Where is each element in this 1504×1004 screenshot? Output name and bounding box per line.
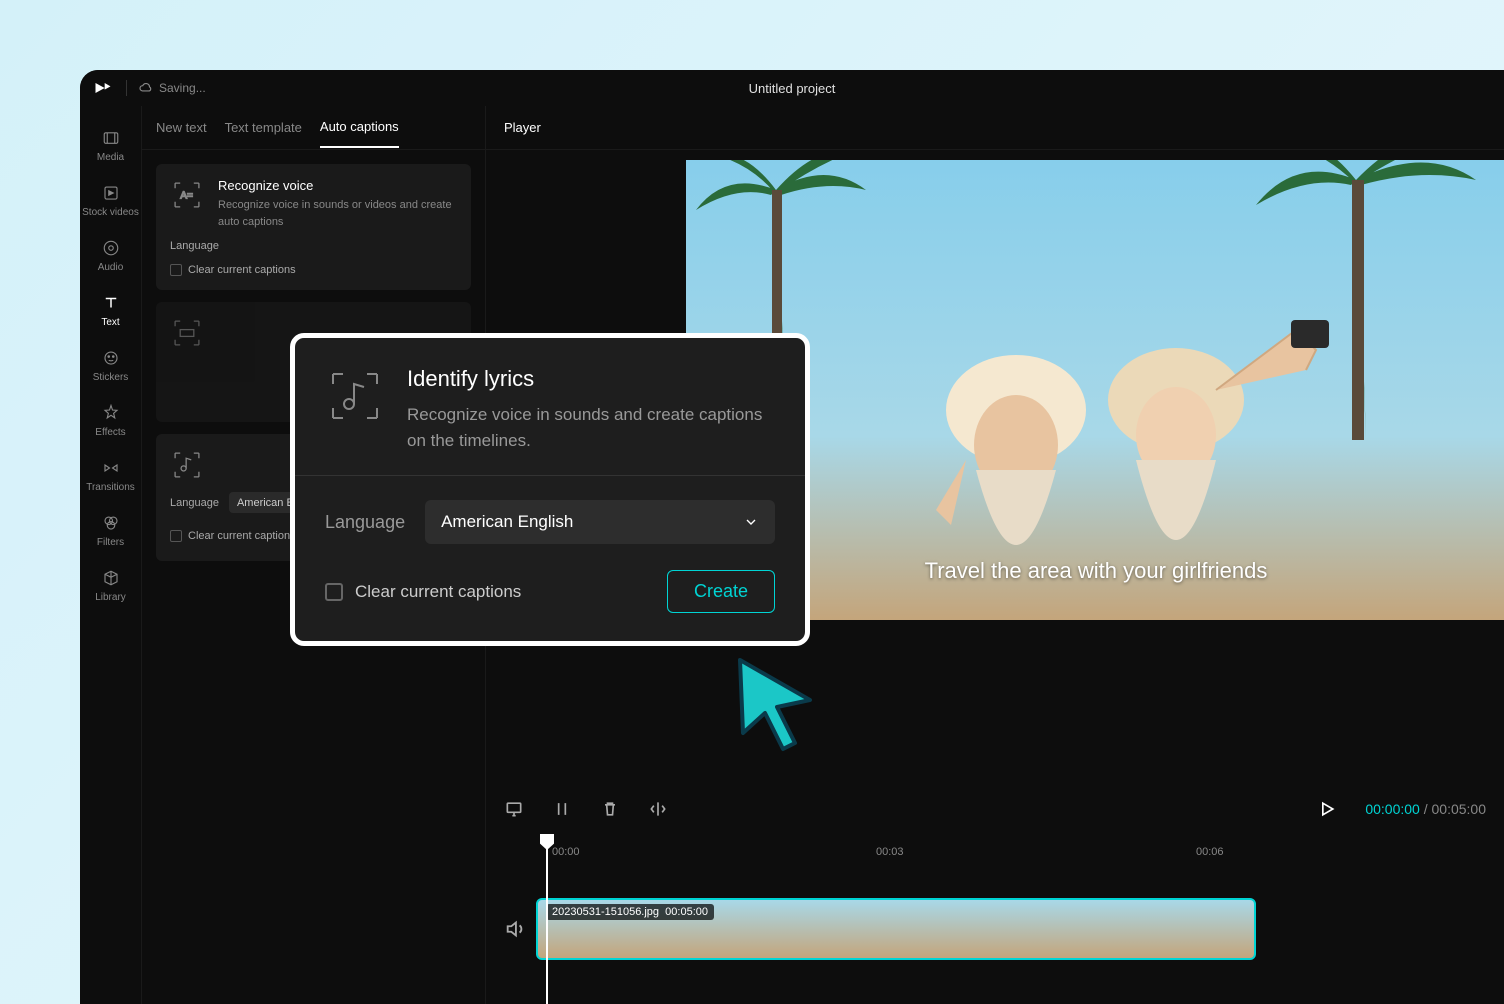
language-value: American English — [441, 512, 573, 532]
audio-icon — [101, 238, 121, 258]
effects-icon — [101, 403, 121, 423]
ruler-mark: 00:00 — [552, 846, 580, 858]
saving-label: Saving... — [159, 81, 206, 95]
language-select[interactable]: American English — [425, 500, 775, 544]
play-button[interactable] — [1317, 799, 1337, 819]
rail-item-library[interactable]: Library — [80, 558, 141, 613]
cursor-pointer-icon — [735, 655, 825, 755]
lang-label: Language — [170, 240, 219, 252]
player-header: Player — [486, 106, 1504, 150]
stickers-icon — [101, 348, 121, 368]
chevron-down-icon — [743, 514, 759, 530]
lyrics-icon — [325, 366, 385, 426]
rail-item-transitions[interactable]: Transitions — [80, 448, 141, 503]
tab-auto-captions[interactable]: Auto captions — [320, 107, 399, 148]
recognize-voice-card: A= Recognize voice Recognize voice in so… — [156, 164, 471, 290]
rail-item-text[interactable]: Text — [80, 283, 141, 338]
clip-label: 20230531-151056.jpg 00:05:00 — [546, 904, 714, 920]
clear-checkbox[interactable] — [170, 530, 182, 542]
media-icon — [101, 128, 121, 148]
tab-text-template[interactable]: Text template — [225, 108, 302, 147]
timecode-total: 00:05:00 — [1432, 801, 1487, 817]
delete-icon[interactable] — [600, 799, 620, 819]
rail-item-stock[interactable]: Stock videos — [80, 173, 141, 228]
cloud-icon — [139, 81, 153, 95]
speaker-icon[interactable] — [504, 918, 526, 940]
ruler-mark: 00:03 — [876, 846, 904, 858]
left-rail: Media Stock videos Audio Text Stickers E… — [80, 106, 142, 1004]
caption-icon — [170, 316, 204, 350]
rail-item-audio[interactable]: Audio — [80, 228, 141, 283]
project-title[interactable]: Untitled project — [749, 81, 836, 96]
popup-desc: Recognize voice in sounds and create cap… — [407, 402, 775, 453]
rail-item-media[interactable]: Media — [80, 118, 141, 173]
title-bar: Saving... Untitled project — [80, 70, 1504, 106]
ruler-mark: 00:06 — [1196, 846, 1224, 858]
timeline[interactable]: 00:00 00:03 00:06 20230531-151056.jpg 00… — [486, 834, 1504, 1004]
playhead[interactable] — [546, 834, 548, 1004]
rail-item-filters[interactable]: Filters — [80, 503, 141, 558]
card-title: Recognize voice — [218, 178, 457, 193]
stock-icon — [101, 183, 121, 203]
player-controls: 00:00:00 / 00:05:00 — [486, 784, 1504, 834]
clear-captions-label: Clear current captions — [355, 582, 521, 602]
create-button[interactable]: Create — [667, 570, 775, 613]
video-clip[interactable]: 20230531-151056.jpg 00:05:00 — [536, 898, 1256, 960]
filters-icon — [101, 513, 121, 533]
identify-lyrics-popup: Identify lyrics Recognize voice in sound… — [290, 333, 810, 646]
display-icon[interactable] — [504, 799, 524, 819]
recognize-voice-icon: A= — [170, 178, 204, 212]
card-desc: Recognize voice in sounds or videos and … — [218, 197, 457, 230]
timeline-ruler[interactable]: 00:00 00:03 00:06 — [486, 834, 1504, 864]
timecode: 00:00:00 / 00:05:00 — [1365, 801, 1486, 817]
divider — [126, 80, 127, 96]
video-track: 20230531-151056.jpg 00:05:00 — [486, 894, 1504, 964]
split-icon[interactable] — [552, 799, 572, 819]
rail-item-effects[interactable]: Effects — [80, 393, 141, 448]
app-window: Saving... Untitled project Media Stock v… — [80, 70, 1504, 1004]
clear-checkbox[interactable] — [170, 264, 182, 276]
text-icon — [101, 293, 121, 313]
clear-label: Clear current captions — [188, 530, 296, 542]
rail-item-stickers[interactable]: Stickers — [80, 338, 141, 393]
timecode-current: 00:00:00 — [1365, 801, 1420, 817]
popup-title: Identify lyrics — [407, 366, 775, 392]
transitions-icon — [101, 458, 121, 478]
tab-new-text[interactable]: New text — [156, 108, 207, 147]
svg-text:A=: A= — [180, 190, 193, 201]
saving-status: Saving... — [139, 81, 206, 95]
mirror-icon[interactable] — [648, 799, 668, 819]
lyrics-icon — [170, 448, 204, 482]
app-logo-icon — [92, 77, 114, 99]
clear-captions-checkbox[interactable] — [325, 583, 343, 601]
player-label: Player — [504, 120, 541, 135]
clear-label: Clear current captions — [188, 264, 296, 276]
library-icon — [101, 568, 121, 588]
language-label: Language — [325, 512, 405, 533]
lang-label: Language — [170, 497, 219, 509]
